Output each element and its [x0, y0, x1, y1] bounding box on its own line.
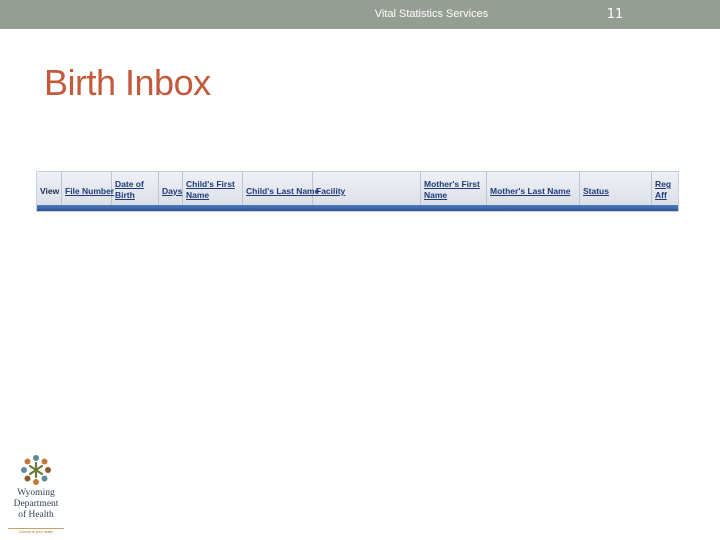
column-header-mothers-first-name[interactable]: Mother's First Name — [421, 172, 487, 205]
column-label[interactable]: Status — [583, 186, 609, 197]
wyoming-health-logo: Wyoming Department of Health Commit to y… — [6, 452, 66, 536]
birth-inbox-grid: View File Number Date of Birth Days Chil… — [36, 171, 679, 212]
slide-number: 11 — [606, 7, 624, 22]
column-label[interactable]: Mother's Last Name — [490, 186, 570, 197]
people-circle-icon — [21, 455, 51, 485]
logo-divider — [8, 528, 64, 529]
logo-line: Department — [13, 499, 59, 509]
logo-tagline: Commit to your health — [18, 530, 54, 534]
column-header-file-number[interactable]: File Number — [62, 172, 114, 205]
page-title: Birth Inbox — [44, 62, 211, 103]
logo-line: of Health — [18, 510, 54, 520]
column-header-status[interactable]: Status — [580, 172, 652, 205]
header-bar: Vital Statistics Services 11 — [0, 0, 720, 29]
column-header-view: View — [37, 172, 62, 205]
column-label[interactable]: File Number — [65, 186, 114, 197]
grid-footer-bar — [37, 205, 678, 211]
column-label[interactable]: Date of Birth — [115, 179, 144, 201]
column-header-mothers-last-name[interactable]: Mother's Last Name — [487, 172, 580, 205]
logo-line: Wyoming — [17, 488, 55, 498]
column-label[interactable]: Mother's First Name — [424, 179, 480, 201]
column-label: View — [40, 186, 60, 196]
column-header-reg-aff[interactable]: Reg Aff — [652, 172, 680, 205]
column-label[interactable]: Child's Last Name — [246, 186, 319, 197]
column-header-facility[interactable]: Facility — [313, 172, 421, 205]
column-label[interactable]: Days — [162, 186, 182, 197]
column-label[interactable]: Facility — [316, 186, 345, 197]
column-header-days[interactable]: Days — [159, 172, 183, 205]
logo-text: Wyoming Department of Health — [6, 488, 66, 521]
column-header-childs-last-name[interactable]: Child's Last Name — [243, 172, 319, 205]
column-label[interactable]: Child's First Name — [186, 179, 235, 201]
column-header-childs-first-name[interactable]: Child's First Name — [183, 172, 243, 205]
column-label[interactable]: Reg Aff — [655, 179, 671, 201]
column-header-date-of-birth[interactable]: Date of Birth — [112, 172, 159, 205]
